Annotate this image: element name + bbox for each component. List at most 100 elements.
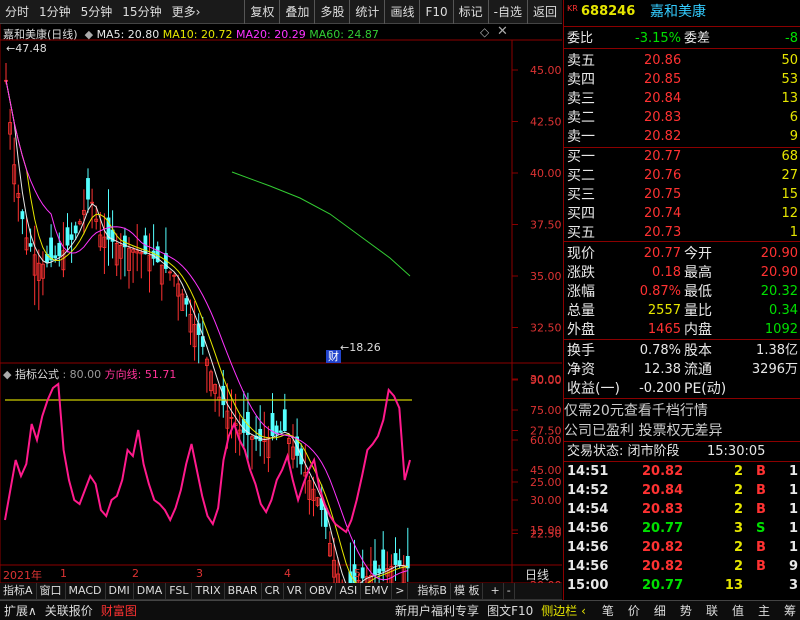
- tick-vol: 2: [733, 464, 743, 479]
- bottom-right-2[interactable]: 细: [650, 602, 670, 620]
- sell-row[interactable]: 卖二 20.83 6: [564, 109, 800, 127]
- sell-row[interactable]: 卖三 20.84 13: [564, 90, 800, 108]
- bottom-right-5[interactable]: 值: [728, 602, 748, 620]
- tick-time: 14:51: [567, 464, 609, 479]
- tab-7[interactable]: BRAR: [225, 583, 262, 599]
- stat-label: 内盘: [684, 322, 712, 338]
- stat-row: 总量 2557 量比 0.34: [564, 302, 800, 320]
- tab-4[interactable]: DMA: [134, 583, 167, 599]
- tick-row: 15:00 20.77 13 3: [564, 577, 800, 595]
- bottom-left-0[interactable]: 扩展∧: [0, 602, 41, 620]
- tick-price: 20.77: [642, 578, 684, 593]
- buy-vol: 15: [781, 187, 798, 202]
- weibi-value: -3.15%: [635, 31, 681, 46]
- tick-row: 14:52 20.84 2 B 1: [564, 482, 800, 500]
- tab-16[interactable]: +: [487, 583, 504, 599]
- tick-time: 14:52: [567, 483, 609, 498]
- bottom-right-0[interactable]: 笔: [598, 602, 618, 620]
- finance-marker[interactable]: 财: [326, 350, 341, 363]
- tick-row: 14:54 20.83 2 B 1: [564, 501, 800, 519]
- tab-8[interactable]: CR: [262, 583, 284, 599]
- tab-9[interactable]: VR: [284, 583, 307, 599]
- candle-body: [69, 234, 74, 240]
- tab-15[interactable]: 模 板: [451, 583, 484, 599]
- tab-13[interactable]: >: [392, 583, 409, 599]
- buy-row[interactable]: 买二 20.76 27: [564, 167, 800, 185]
- tab-14[interactable]: 指标B: [414, 583, 451, 599]
- sell-vol: 9: [789, 129, 798, 144]
- indicator-legend: ◆ 指标公式 : 80.00 方向线: 51.71: [3, 366, 176, 382]
- buy-row[interactable]: 买五 20.73 1: [564, 224, 800, 242]
- sell-row[interactable]: 卖一 20.82 9: [564, 128, 800, 146]
- buy-row[interactable]: 买三 20.75 15: [564, 186, 800, 204]
- stat-label: 换手: [567, 343, 595, 359]
- tick-row: 14:56 20.77 3 S 1: [564, 520, 800, 538]
- stat-row: 现价 20.77 今开 20.90: [564, 245, 800, 263]
- tick-row: 14:56 20.82 2 B 9: [564, 558, 800, 576]
- tick-price: 20.77: [642, 521, 684, 536]
- period-label[interactable]: 日线: [525, 566, 549, 583]
- stat-value: 20.77: [643, 246, 681, 261]
- stock-name[interactable]: 嘉和美康: [650, 3, 706, 21]
- stat-value: 1465: [647, 322, 681, 337]
- sell-row[interactable]: 卖四 20.85 53: [564, 71, 800, 89]
- price-tick-label: 42.50: [530, 116, 562, 129]
- tab-1[interactable]: 窗口: [37, 583, 66, 599]
- candle-body: [151, 250, 156, 259]
- promo-1[interactable]: 仅需20元查看千档行情: [564, 402, 800, 420]
- stock-header: KR 688246 嘉和美康: [564, 3, 800, 21]
- bottom-mid-0[interactable]: 新用户福利专享: [391, 602, 483, 620]
- bottom-right-4[interactable]: 联: [702, 602, 722, 620]
- tab-12[interactable]: EMV: [361, 583, 393, 599]
- indicator-menu-icon[interactable]: ◆: [3, 368, 11, 381]
- sell-price: 20.82: [644, 129, 682, 144]
- stat-label: 量比: [684, 303, 712, 319]
- tab-17[interactable]: -: [504, 583, 515, 599]
- high-label: 47.48: [15, 42, 47, 55]
- tab-5[interactable]: FSL: [166, 583, 193, 599]
- bottom-right-1[interactable]: 价: [624, 602, 644, 620]
- tab-10[interactable]: OBV: [306, 583, 337, 599]
- bottom-left-2[interactable]: 财富图: [97, 602, 141, 620]
- kline-chart[interactable]: 45.0042.5040.0037.5035.0032.5030.0027.50…: [0, 0, 562, 600]
- bottom-right-6[interactable]: 主: [754, 602, 774, 620]
- buy-row[interactable]: 买四 20.74 12: [564, 205, 800, 223]
- candle-body: [377, 568, 382, 574]
- sell-row[interactable]: 卖五 20.86 50: [564, 52, 800, 70]
- buy-price: 20.73: [644, 225, 682, 240]
- tick-vol: 2: [733, 502, 743, 517]
- sell-vol: 50: [781, 53, 798, 68]
- indicator-value-1: 方向线: 51.71: [104, 368, 177, 381]
- bottom-right-3[interactable]: 势: [676, 602, 696, 620]
- tick-row: 14:51 20.82 2 B 1: [564, 463, 800, 481]
- stat-value: 0.78%: [639, 343, 681, 358]
- buy-row[interactable]: 买一 20.77 68: [564, 148, 800, 166]
- bottom-mid-1[interactable]: 图文F10: [483, 602, 537, 620]
- tab-0[interactable]: 指标A: [0, 583, 37, 599]
- tab-3[interactable]: DMI: [106, 583, 134, 599]
- high-marker: ←47.48: [6, 42, 47, 55]
- tab-2[interactable]: MACD: [66, 583, 106, 599]
- promo-2[interactable]: 公司已盈利 投票权无差异: [564, 422, 800, 440]
- buy-label: 买四: [567, 206, 595, 222]
- stat-value: 0.18: [652, 265, 681, 280]
- indicator-value-0: : 80.00: [62, 368, 102, 381]
- stat-label: 今开: [684, 246, 712, 262]
- sell-label: 卖四: [567, 72, 595, 88]
- bottom-mid-2[interactable]: 侧边栏 ‹: [537, 602, 590, 620]
- candle-body: [53, 255, 58, 259]
- tab-6[interactable]: TRIX: [192, 583, 225, 599]
- bottom-right-7[interactable]: 筹: [780, 602, 800, 620]
- stat-label: 涨幅: [567, 284, 595, 300]
- indicator-name[interactable]: 指标公式: [15, 368, 59, 381]
- bottom-left-1[interactable]: 关联报价: [41, 602, 97, 620]
- tick-vol: 2: [733, 540, 743, 555]
- candle-body: [397, 560, 402, 567]
- sell-price: 20.86: [644, 53, 682, 68]
- sell-price: 20.83: [644, 110, 682, 125]
- candle-body: [86, 178, 90, 200]
- sell-vol: 6: [789, 110, 798, 125]
- buy-vol: 27: [781, 168, 798, 183]
- tick-price: 20.82: [642, 559, 684, 574]
- tab-11[interactable]: ASI: [336, 583, 362, 599]
